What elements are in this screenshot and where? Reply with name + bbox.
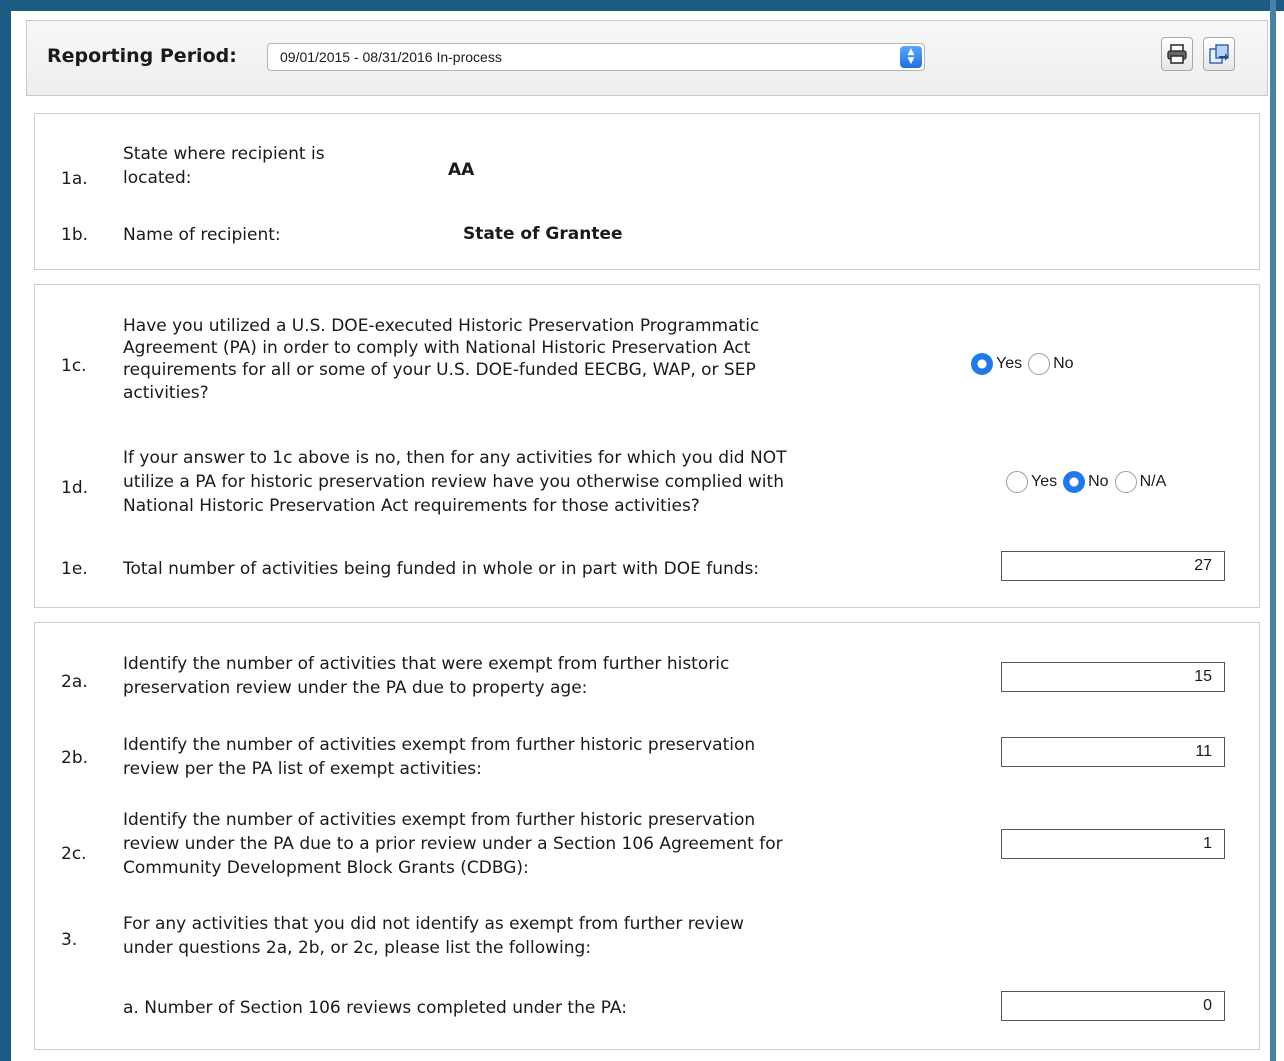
radio-1c-no-label: No [1053,355,1074,372]
question-number-1e: 1e. [61,559,88,579]
export-document-icon [1209,44,1229,64]
question-1d-line3: National Historic Preservation Act requi… [123,496,700,516]
total-activities-input[interactable]: 27 [1001,551,1225,581]
radio-1d-na[interactable] [1114,471,1137,493]
question-number-1c: 1c. [61,356,87,376]
exempt-activity-list-input[interactable]: 11 [1001,737,1225,767]
question-2a-line1: Identify the number of activities that w… [123,654,730,674]
question-1d-radio-group: Yes No N/A [1006,471,1172,493]
radio-1c-no[interactable] [1028,353,1051,375]
select-updown-arrow-icon: ▲ ▼ [900,46,922,68]
exempt-activities-panel: 2a. Identify the number of activities th… [34,622,1260,1050]
question-3-line2: under questions 2a, 2b, or 2c, please li… [123,938,592,958]
question-2b-line1: Identify the number of activities exempt… [123,735,756,755]
question-1d-line1: If your answer to 1c above is no, then f… [123,448,787,468]
radio-1d-no[interactable] [1063,471,1086,493]
question-number-2a: 2a. [61,672,88,692]
question-1e-text: Total number of activities being funded … [123,559,760,579]
window-frame-left [0,0,11,1061]
radio-1d-no-label: No [1088,473,1109,490]
exempt-cdbg-review-input[interactable]: 1 [1001,829,1225,859]
question-2b-line2: review per the PA list of exempt activit… [123,759,482,779]
radio-1d-yes[interactable] [1006,471,1028,493]
question-1b-text: Name of recipient: [123,225,281,245]
programmatic-agreement-panel: 1c. Have you utilized a U.S. DOE-execute… [34,284,1260,608]
question-1a-text-line1: State where recipient is [123,144,325,164]
recipient-info-panel: 1a. State where recipient is located: AA… [34,113,1260,270]
question-1c-line1: Have you utilized a U.S. DOE-executed Hi… [123,316,760,336]
export-button[interactable] [1203,37,1235,71]
question-1c-radio-group: Yes No [971,353,1080,375]
window-frame-right [1270,0,1276,1061]
radio-1d-yes-label: Yes [1031,473,1058,490]
print-button[interactable] [1161,37,1193,71]
printer-icon [1167,44,1187,64]
question-number-1b: 1b. [61,225,89,245]
question-2c-line1: Identify the number of activities exempt… [123,810,756,830]
question-1a-text-line2: located: [123,168,192,188]
exempt-property-age-input[interactable]: 15 [1001,662,1225,692]
section106-reviews-input[interactable]: 0 [1001,991,1225,1021]
question-2c-line3: Community Development Block Grants (CDBG… [123,858,529,878]
question-3-line1: For any activities that you did not iden… [123,914,744,934]
window-frame-top [0,0,1284,11]
reporting-period-toolbar: Reporting Period: 09/01/2015 - 08/31/201… [26,20,1268,96]
radio-1d-na-label: N/A [1139,473,1167,490]
question-number-2c: 2c. [61,844,87,864]
question-number-2b: 2b. [61,748,89,768]
reporting-period-label: Reporting Period: [47,45,237,67]
question-1c-line2: Agreement (PA) in order to comply with N… [123,338,751,358]
question-3a-text: a. Number of Section 106 reviews complet… [123,998,627,1018]
question-1d-line2: utilize a PA for historic preservation r… [123,472,784,492]
recipient-name-value: State of Grantee [463,224,623,244]
question-number-3: 3. [61,930,78,950]
question-number-1a: 1a. [61,169,88,189]
question-1c-line3: requirements for all or some of your U.S… [123,360,756,380]
state-value: AA [448,160,475,180]
reporting-period-value: 09/01/2015 - 08/31/2016 In-process [280,49,502,65]
question-1c-line4: activities? [123,383,209,403]
radio-1c-yes[interactable] [971,353,993,375]
radio-1c-yes-label: Yes [996,355,1023,372]
reporting-period-select[interactable]: 09/01/2015 - 08/31/2016 In-process ▲ ▼ [267,43,925,71]
question-number-1d: 1d. [61,478,89,498]
question-2a-line2: preservation review under the PA due to … [123,678,588,698]
question-2c-line2: review under the PA due to a prior revie… [123,834,783,854]
